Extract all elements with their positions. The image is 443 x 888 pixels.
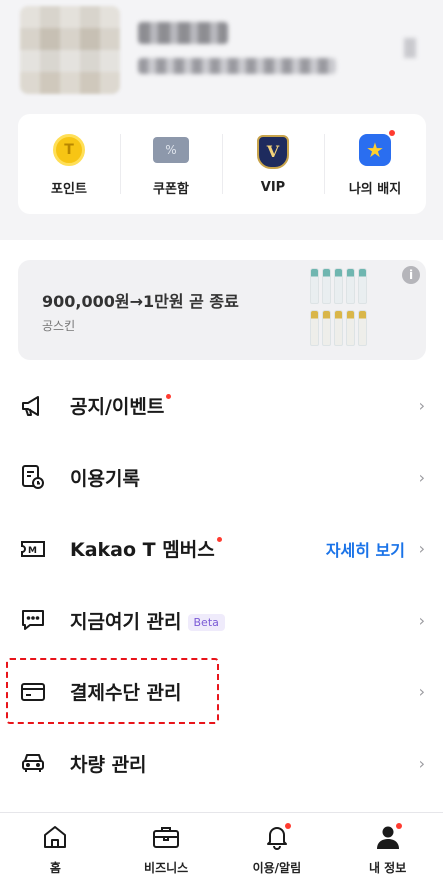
notification-dot xyxy=(216,537,222,543)
quick-item-label: 포인트 xyxy=(51,181,87,197)
tab-label: 홈 xyxy=(49,861,61,875)
membership-icon: M xyxy=(20,536,46,562)
point-coin-icon: T xyxy=(51,132,87,168)
chevron-right-icon: › xyxy=(418,682,425,702)
beta-badge: Beta xyxy=(187,613,225,631)
profile-name-redacted[interactable] xyxy=(138,22,228,44)
coupon-icon: % xyxy=(153,132,189,168)
chevron-right-icon: › xyxy=(418,610,425,630)
bell-icon xyxy=(263,823,291,851)
banner-subtitle: 공스킨 xyxy=(42,319,76,333)
quick-item-label: 나의 배지 xyxy=(348,181,402,197)
briefcase-icon xyxy=(152,823,180,851)
notification-dot xyxy=(166,394,172,400)
info-icon[interactable]: i xyxy=(402,266,420,284)
chevron-right-icon: › xyxy=(418,467,425,487)
tab-label: 내 정보 xyxy=(368,861,407,875)
menu-item-here-now[interactable]: 지금여기 관리 Beta › xyxy=(0,585,443,657)
profile-icon xyxy=(374,823,402,851)
menu-item-label: 결제수단 관리 xyxy=(70,682,182,705)
menu-item-kakao-t-members[interactable]: M Kakao T 멤버스 자세히 보기 › xyxy=(0,513,443,585)
see-more-link[interactable]: 자세히 보기 xyxy=(326,537,405,561)
avatar[interactable] xyxy=(20,6,120,94)
history-icon xyxy=(20,464,46,490)
quick-menu: T 포인트 % 쿠폰함 V VIP ★ 나의 배지 xyxy=(18,114,426,214)
card-icon xyxy=(20,679,46,705)
quick-item-my-badge[interactable]: ★ 나의 배지 xyxy=(324,114,426,214)
profile-detail-redacted xyxy=(138,58,336,74)
chevron-right-icon: › xyxy=(418,396,425,416)
menu-item-label: 차량 관리 xyxy=(70,753,147,776)
banner-title: 900,000원→1만원 곧 종료 xyxy=(42,292,239,311)
menu-item-label: Kakao T 멤버스 xyxy=(70,535,222,562)
profile-edit-redacted[interactable] xyxy=(404,38,416,58)
tab-my-info[interactable]: 내 정보 xyxy=(332,813,443,888)
my-badge-icon: ★ xyxy=(357,129,395,168)
home-icon xyxy=(41,823,69,851)
menu-item-payment-methods[interactable]: 결제수단 관리 › xyxy=(0,656,443,728)
menu-item-notice-event[interactable]: 공지/이벤트 › xyxy=(0,370,443,442)
quick-item-label: VIP xyxy=(260,179,286,195)
chevron-right-icon: › xyxy=(418,539,425,559)
tab-business[interactable]: 비즈니스 xyxy=(111,813,222,888)
megaphone-icon xyxy=(20,393,46,419)
notification-dot xyxy=(284,823,291,829)
chat-icon xyxy=(20,607,46,633)
quick-item-label: 쿠폰함 xyxy=(153,181,189,197)
vip-badge-icon: V xyxy=(255,134,291,170)
profile-section: T 포인트 % 쿠폰함 V VIP ★ 나의 배지 xyxy=(0,0,443,240)
tab-home[interactable]: 홈 xyxy=(0,813,111,888)
promo-banner[interactable]: 900,000원→1만원 곧 종료 공스킨 i xyxy=(18,260,426,360)
notification-dot xyxy=(395,823,402,829)
product-image xyxy=(310,268,374,352)
notification-dot xyxy=(389,129,395,136)
tab-label: 이용/알림 xyxy=(252,861,302,875)
menu-list: 공지/이벤트 › 이용기록 › M Kakao T 멤버스 자세히 보기 › 지… xyxy=(0,370,443,799)
tab-label: 비즈니스 xyxy=(144,861,189,875)
svg-text:M: M xyxy=(28,546,37,556)
quick-item-vip[interactable]: V VIP xyxy=(222,114,324,214)
quick-item-coupon[interactable]: % 쿠폰함 xyxy=(120,114,222,214)
menu-item-vehicle[interactable]: 차량 관리 › xyxy=(0,728,443,800)
menu-item-label: 공지/이벤트 xyxy=(70,392,172,419)
menu-item-label: 지금여기 관리 Beta xyxy=(70,607,225,634)
bottom-tab-bar: 홈 비즈니스 이용/알림 내 정보 xyxy=(0,812,443,888)
quick-item-point[interactable]: T 포인트 xyxy=(18,114,120,214)
menu-item-label: 이용기록 xyxy=(70,467,140,490)
menu-item-usage-history[interactable]: 이용기록 › xyxy=(0,442,443,514)
chevron-right-icon: › xyxy=(418,753,425,773)
tab-usage-alerts[interactable]: 이용/알림 xyxy=(222,813,333,888)
car-icon xyxy=(20,750,46,776)
